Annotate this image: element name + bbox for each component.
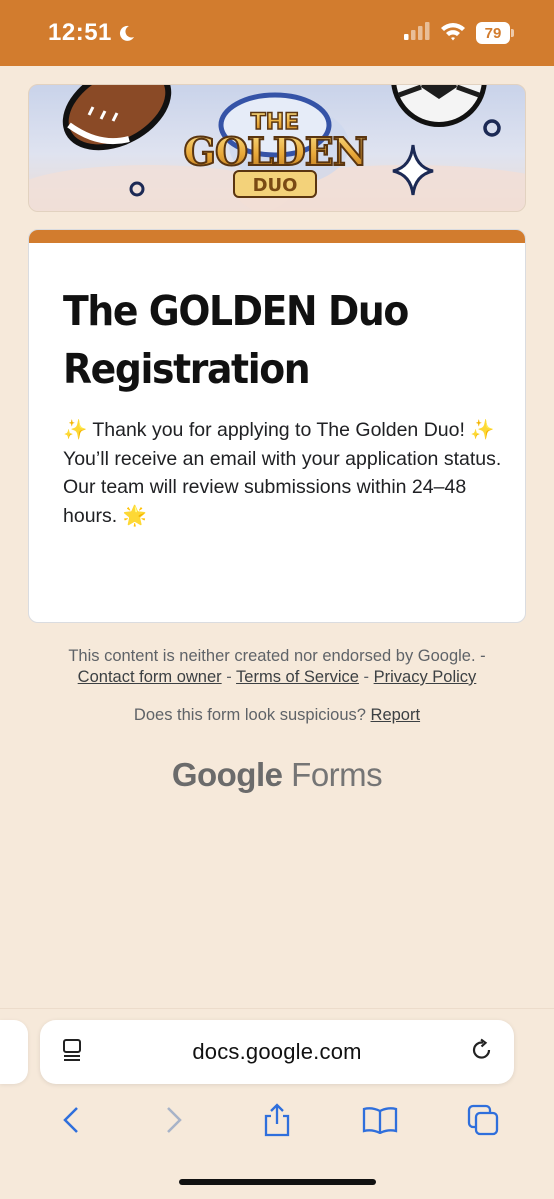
status-indicators: 79 — [404, 21, 514, 46]
report-link[interactable]: Report — [371, 706, 421, 724]
previous-tab-peek[interactable] — [0, 1020, 28, 1084]
form-description: ✨ Thank you for applying to The Golden D… — [63, 416, 503, 530]
forms-wordmark: Forms — [291, 756, 383, 793]
form-info-card: The GOLDEN Duo Registration ✨ Thank you … — [28, 229, 526, 623]
link-separator: - — [363, 668, 370, 686]
svg-text:GOLDEN: GOLDEN — [184, 129, 367, 174]
back-icon[interactable] — [49, 1098, 93, 1142]
description-line: ✨ Thank you for applying to The Golden D… — [63, 419, 495, 441]
moon-icon — [118, 24, 136, 42]
bookmarks-icon[interactable] — [358, 1098, 402, 1142]
signal-icon — [404, 21, 430, 45]
browser-nav-bar — [0, 1098, 554, 1142]
suspicious-notice: Does this form look suspicious? Report — [0, 706, 554, 725]
status-bar: 12:51 79 — [0, 0, 554, 66]
description-line: Our team will review submissions within … — [63, 476, 467, 527]
battery-level: 79 — [476, 22, 510, 44]
form-header-banner: THE GOLDEN DUO — [28, 84, 526, 212]
form-title: The GOLDEN Duo Registration — [63, 287, 409, 393]
reload-icon[interactable] — [470, 1038, 494, 1067]
football-icon — [62, 85, 172, 151]
google-forms-logo[interactable]: Google Forms — [0, 756, 554, 794]
status-time: 12:51 — [48, 19, 112, 46]
battery-icon: 79 — [476, 22, 514, 44]
google-wordmark: Google — [171, 756, 283, 793]
tabs-icon[interactable] — [461, 1098, 505, 1142]
share-icon[interactable] — [255, 1098, 299, 1142]
reader-icon[interactable] — [62, 1038, 84, 1067]
form-footer: This content is neither created nor endo… — [0, 646, 554, 688]
description-line: You’ll receive an email with your applic… — [63, 447, 502, 470]
suspicious-text: Does this form look suspicious? — [133, 706, 366, 724]
card-accent-bar — [29, 230, 525, 243]
address-bar[interactable]: docs.google.com — [40, 1020, 514, 1084]
forward-icon[interactable] — [152, 1098, 196, 1142]
wifi-icon — [440, 21, 466, 46]
footer-links: Contact form owner - Terms of Service - … — [0, 667, 554, 688]
disclaimer-text: This content is neither created nor endo… — [68, 647, 486, 665]
svg-text:DUO: DUO — [253, 175, 298, 196]
home-indicator[interactable] — [179, 1179, 376, 1185]
battery-percent: 79 — [484, 24, 502, 42]
url-text[interactable]: docs.google.com — [192, 1039, 361, 1065]
time-group: 12:51 — [48, 19, 136, 47]
link-separator: - — [226, 668, 232, 686]
terms-of-service-link[interactable]: Terms of Service — [236, 668, 359, 686]
soccer-ball-icon — [391, 85, 487, 127]
contact-owner-link[interactable]: Contact form owner — [78, 668, 222, 686]
privacy-policy-link[interactable]: Privacy Policy — [374, 668, 477, 686]
